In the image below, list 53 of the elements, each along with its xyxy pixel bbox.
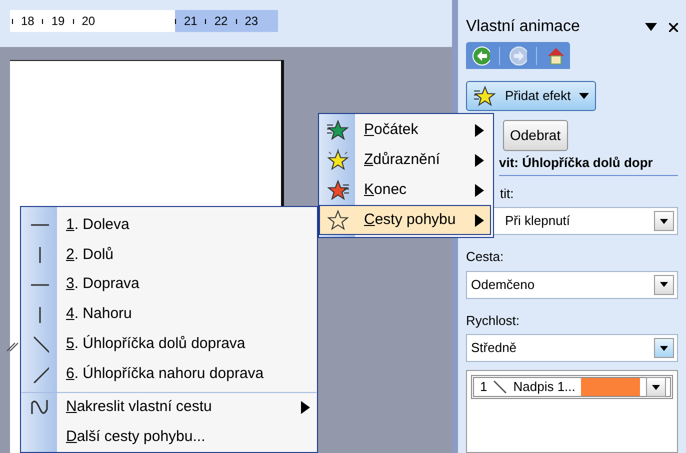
menu-item[interactable]: 3. Doprava <box>21 270 317 300</box>
ruler-number: 18 <box>21 13 34 30</box>
menu-item[interactable]: Cesty pohybu <box>319 205 491 235</box>
timing-bar <box>581 378 640 396</box>
close-icon[interactable] <box>669 22 678 32</box>
horizontal-line-icon <box>31 224 49 226</box>
ruler-number: 22 <box>214 13 228 30</box>
star-outline-icon <box>326 209 350 231</box>
horizontal-line-icon <box>31 284 49 286</box>
home-icon[interactable] <box>546 46 564 66</box>
ruler-number: 21 <box>184 13 198 30</box>
ruler-number: 23 <box>244 13 258 30</box>
field-label: tit: <box>500 184 515 202</box>
diagonal-path-icon <box>493 380 508 394</box>
animation-list-item[interactable]: 1 Nadpis 1... <box>471 375 673 399</box>
add-effect-button[interactable]: Přidat efekt <box>466 81 596 111</box>
ruler-number: 20 <box>82 13 96 30</box>
submenu-arrow-icon <box>301 400 310 414</box>
menu-item[interactable]: Počátek <box>319 115 491 145</box>
vertical-line-icon <box>39 246 41 263</box>
vertical-line-icon <box>39 306 41 323</box>
dropdown-field[interactable]: Odemčeno <box>466 270 678 298</box>
menu-item[interactable]: 6. Úhlopříčka nahoru doprava <box>21 359 317 390</box>
field-label: Cesta: <box>466 248 505 266</box>
menu-item[interactable]: 4. Nahoru <box>21 300 317 330</box>
back-arrow-icon[interactable] <box>472 46 490 66</box>
dropdown-field[interactable]: Středně <box>466 334 678 362</box>
ruler-number: 19 <box>51 13 65 30</box>
submenu-arrow-icon <box>475 124 484 136</box>
menu-item[interactable]: 2. Dolů <box>21 240 317 270</box>
caret-icon <box>578 93 589 99</box>
hatch-mark-icon <box>7 342 19 352</box>
field-label: Rychlost: <box>466 312 520 330</box>
menu-item[interactable]: Konec <box>319 175 491 205</box>
submenu-arrow-icon <box>475 154 484 166</box>
diagonal-line-icon <box>31 365 49 384</box>
submenu-arrow-icon <box>475 184 484 196</box>
menu-item[interactable]: Zdůraznění <box>319 145 491 175</box>
forward-arrow-icon[interactable] <box>508 46 528 66</box>
dropdown-icon[interactable] <box>645 23 657 31</box>
menu-item[interactable]: 1. Doleva <box>21 210 317 240</box>
modify-heading: vit: Úhlopříčka dolů dopr <box>499 153 678 176</box>
remove-button[interactable]: Odebrat <box>503 120 568 151</box>
pane-title: Vlastní animace <box>466 17 581 37</box>
star-lines-icon <box>326 179 350 201</box>
submenu-arrow-icon <box>475 214 484 226</box>
menu-item[interactable]: Další cesty pohybu... <box>21 422 317 452</box>
menu-item[interactable]: Nakreslit vlastní cestu <box>21 392 317 422</box>
star-lines-icon <box>326 119 350 141</box>
menu-item[interactable]: 5. Úhlopříčka dolů doprava <box>21 330 317 360</box>
sparkle-star-icon <box>326 149 350 171</box>
diagonal-line-icon <box>31 335 49 354</box>
star-lines-icon <box>473 85 497 107</box>
